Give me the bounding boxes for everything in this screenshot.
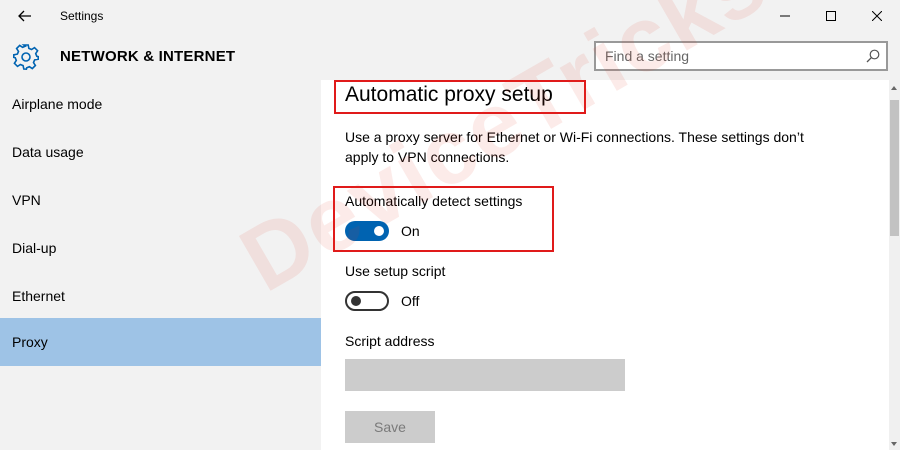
sidebar-item-ethernet[interactable]: Ethernet (0, 272, 321, 320)
search-icon[interactable] (866, 49, 880, 63)
sidebar-nav: Airplane mode Data usage VPN Dial-up Eth… (0, 80, 321, 450)
search-box[interactable] (594, 41, 888, 71)
auto-detect-state: On (401, 223, 420, 239)
save-button: Save (345, 411, 435, 443)
sidebar-item-label: Proxy (12, 334, 48, 350)
sidebar-item-data-usage[interactable]: Data usage (0, 128, 321, 176)
gear-icon (13, 44, 39, 71)
arrow-left-icon (18, 10, 31, 22)
auto-detect-toggle[interactable] (345, 221, 389, 241)
auto-detect-label: Automatically detect settings (345, 193, 523, 209)
setup-script-label: Use setup script (345, 263, 446, 279)
page-header: NETWORK & INTERNET (0, 32, 900, 80)
scroll-up-arrow-icon[interactable] (891, 86, 897, 90)
section-title: NETWORK & INTERNET (60, 48, 236, 65)
script-address-label: Script address (345, 333, 435, 349)
scrollbar-thumb[interactable] (890, 100, 899, 236)
window-title: Settings (60, 9, 104, 23)
sidebar-item-vpn[interactable]: VPN (0, 176, 321, 224)
sidebar-item-dial-up[interactable]: Dial-up (0, 224, 321, 272)
maximize-button[interactable] (808, 0, 854, 32)
main-content: Automatic proxy setup Use a proxy server… (321, 80, 889, 450)
toggle-knob (374, 226, 384, 236)
sidebar-item-proxy[interactable]: Proxy (0, 318, 321, 366)
minimize-button[interactable] (762, 0, 808, 32)
maximize-icon (826, 11, 836, 21)
proxy-description: Use a proxy server for Ethernet or Wi-Fi… (345, 129, 804, 165)
minimize-icon (780, 15, 790, 17)
sidebar-item-label: VPN (12, 192, 41, 208)
close-icon (872, 11, 882, 21)
scroll-down-arrow-icon[interactable] (891, 442, 897, 446)
script-address-input (345, 359, 625, 391)
settings-window: Settings NETWORK & INTERNET Find a setti… (0, 0, 900, 450)
setup-script-state: Off (401, 293, 420, 309)
page-title: Automatic proxy setup (345, 83, 553, 106)
toggle-knob (351, 296, 361, 306)
sidebar-item-label: Airplane mode (12, 96, 103, 112)
close-button[interactable] (854, 0, 900, 32)
sidebar-item-label: Ethernet (12, 288, 65, 304)
sidebar-item-airplane-mode[interactable]: Airplane mode (0, 80, 321, 128)
vertical-scrollbar[interactable] (889, 80, 900, 450)
search-input[interactable] (596, 43, 856, 69)
setup-script-toggle[interactable] (345, 291, 389, 311)
title-bar: Settings (0, 0, 900, 32)
sidebar-item-label: Dial-up (12, 240, 57, 256)
back-button[interactable] (8, 4, 42, 28)
sidebar-item-label: Data usage (12, 144, 84, 160)
